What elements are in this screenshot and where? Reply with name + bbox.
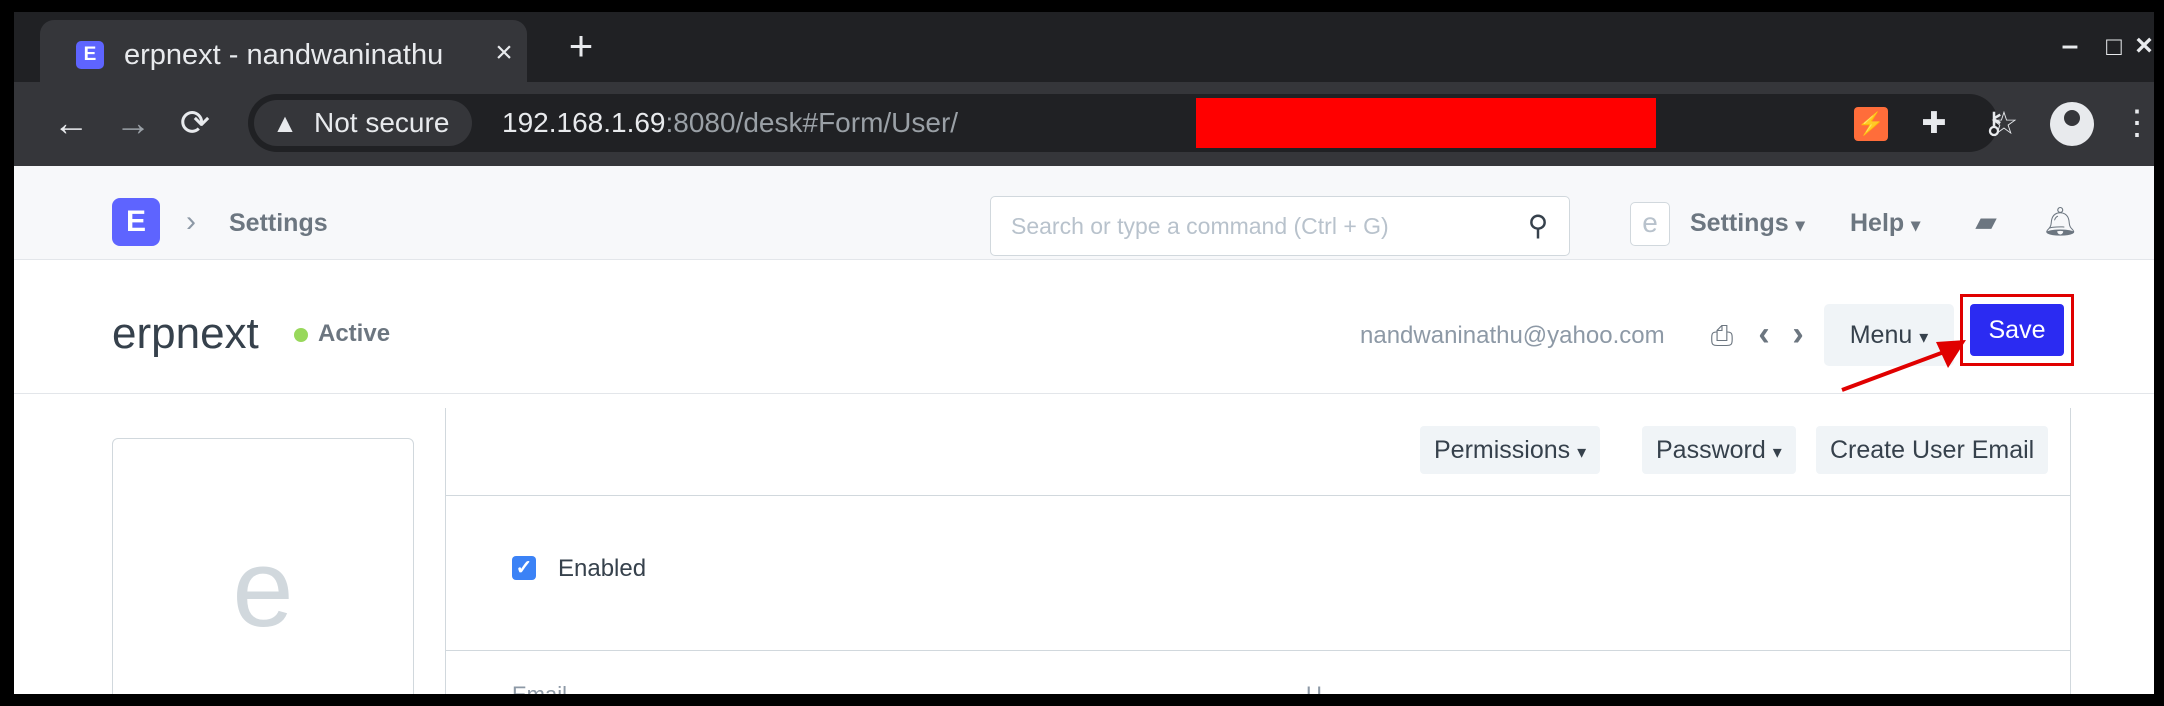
- browser-menu-icon[interactable]: ⋮: [2120, 100, 2154, 146]
- caret-down-icon: ▾: [1795, 215, 1805, 235]
- next-record-icon[interactable]: ›: [1786, 316, 1810, 352]
- browser-window: E erpnext - nandwaninathu × + – □ × ← → …: [14, 12, 2154, 694]
- tab-strip: E erpnext - nandwaninathu × + – □ ×: [14, 12, 2154, 82]
- print-icon[interactable]: ⎙: [1704, 318, 1740, 354]
- extensions-puzzle-icon[interactable]: ✚: [1914, 104, 1954, 144]
- url-host: 192.168.1.69: [502, 107, 666, 138]
- password-button[interactable]: Password ▾: [1642, 426, 1796, 474]
- password-key-icon[interactable]: ⚷: [1974, 104, 2014, 144]
- status-indicator-dot: [294, 328, 308, 342]
- save-highlight-box: Save: [1960, 294, 2074, 366]
- previous-record-icon[interactable]: ‹: [1752, 316, 1776, 352]
- close-window-button[interactable]: ×: [2134, 26, 2154, 66]
- settings-dropdown[interactable]: Settings ▾: [1690, 206, 1805, 240]
- security-chip[interactable]: ▲ Not secure: [254, 100, 472, 146]
- caret-down-icon: ▾: [1911, 215, 1921, 235]
- user-avatar[interactable]: e: [1630, 202, 1670, 246]
- enabled-checkbox[interactable]: ✓: [512, 556, 536, 580]
- help-dropdown[interactable]: Help ▾: [1850, 206, 1920, 240]
- create-user-email-button[interactable]: Create User Email: [1816, 426, 2049, 474]
- enabled-label: Enabled: [558, 555, 647, 582]
- back-button[interactable]: ←: [48, 100, 94, 146]
- minimize-button[interactable]: –: [2050, 26, 2090, 66]
- settings-label: Settings: [1690, 209, 1789, 237]
- browser-tab[interactable]: E erpnext - nandwaninathu ×: [40, 20, 527, 82]
- user-image-card[interactable]: e: [112, 438, 414, 694]
- forward-button[interactable]: →: [110, 100, 156, 146]
- permissions-button[interactable]: Permissions ▾: [1420, 426, 1601, 474]
- security-label: Not secure: [314, 107, 450, 138]
- tab-title: erpnext - nandwaninathu: [124, 39, 444, 71]
- page-head: erpnext Active nandwaninathu@yahoo.com ⎙…: [14, 260, 2154, 394]
- erpnext-favicon-icon: E: [76, 41, 104, 69]
- form-layout: Permissions ▾ Password ▾ Create User Ema…: [445, 408, 2071, 694]
- chat-icon[interactable]: ▰: [1968, 204, 2004, 240]
- profile-avatar-icon[interactable]: [2050, 102, 2094, 146]
- extension-bolt-icon[interactable]: ⚡: [1854, 107, 1888, 141]
- avatar: e: [232, 527, 294, 650]
- search-input[interactable]: Search or type a command (Ctrl + G) ⚲: [990, 196, 1570, 256]
- caret-down-icon: ▾: [1577, 442, 1587, 462]
- browser-toolbar: ← → ⟳ ▲ Not secure 192.168.1.69:8080/des…: [14, 82, 2154, 166]
- maximize-button[interactable]: □: [2094, 26, 2134, 66]
- app-navbar: E › Settings Search or type a command (C…: [14, 166, 2154, 260]
- breadcrumb-chevron-icon: ›: [186, 205, 196, 238]
- web-page: E › Settings Search or type a command (C…: [14, 166, 2154, 694]
- save-button[interactable]: Save: [1970, 304, 2064, 356]
- warning-icon: ▲: [272, 108, 298, 138]
- reload-button[interactable]: ⟳: [172, 100, 218, 146]
- app-logo[interactable]: E: [112, 198, 160, 246]
- address-bar[interactable]: ▲ Not secure 192.168.1.69:8080/desk#Form…: [248, 94, 2018, 152]
- page-title: erpnext: [112, 309, 259, 358]
- password-label: Password: [1656, 436, 1766, 464]
- search-placeholder: Search or type a command (Ctrl + G): [1011, 213, 1389, 239]
- help-label: Help: [1850, 209, 1905, 237]
- search-icon: ⚲: [1527, 210, 1549, 241]
- status-badge: Active: [318, 320, 391, 347]
- new-tab-button[interactable]: +: [561, 25, 601, 67]
- username-field-label: U: [1306, 680, 1322, 694]
- annotation-arrow: [1841, 340, 1966, 392]
- tab-close-icon[interactable]: ×: [490, 36, 518, 70]
- screen-frame: E erpnext - nandwaninathu × + – □ × ← → …: [0, 0, 2164, 706]
- user-email: nandwaninathu@yahoo.com: [1360, 322, 1665, 349]
- caret-down-icon: ▾: [1772, 442, 1782, 462]
- email-field-label: Email: [512, 680, 567, 694]
- url-path: :8080/desk#Form/User/: [665, 107, 959, 138]
- breadcrumb-settings[interactable]: Settings: [229, 206, 328, 240]
- form-toolbar: Permissions ▾ Password ▾ Create User Ema…: [446, 408, 2070, 496]
- url-text[interactable]: 192.168.1.69:8080/desk#Form/User/: [502, 104, 958, 142]
- section-divider: [446, 650, 2070, 651]
- permissions-label: Permissions: [1434, 436, 1571, 464]
- redaction-box: [1196, 98, 1656, 148]
- notifications-bell-icon[interactable]: 🔔︎: [2042, 204, 2078, 240]
